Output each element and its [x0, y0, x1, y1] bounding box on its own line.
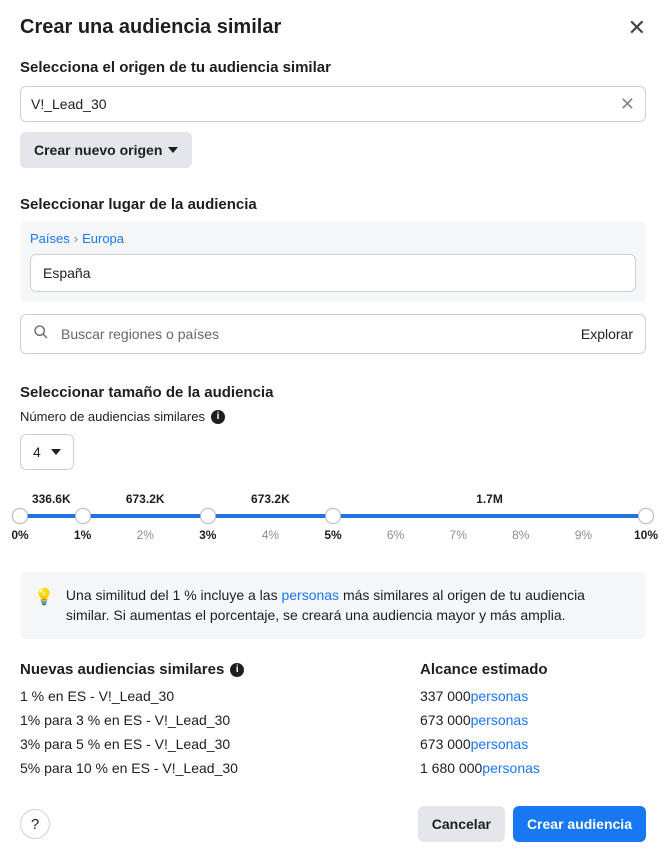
breadcrumb-level1[interactable]: Países: [30, 231, 70, 246]
source-input[interactable]: V!_Lead_30 ✕: [20, 86, 646, 122]
slider-tick: 2%: [137, 528, 154, 542]
reach-header: Alcance estimado: [420, 661, 646, 678]
explore-button[interactable]: Explorar: [581, 326, 633, 342]
info-tip: 💡 Una similitud del 1 % incluye a las pe…: [20, 572, 646, 639]
audience-row-reach: 673 000personas: [420, 736, 646, 752]
source-value: V!_Lead_30: [31, 96, 620, 112]
slider-handle[interactable]: [638, 508, 654, 524]
slider-tick: 8%: [512, 528, 529, 542]
help-icon[interactable]: ?: [20, 809, 50, 839]
audience-row-reach: 673 000personas: [420, 712, 646, 728]
audience-row-name: 3% para 5 % en ES - V!_Lead_30: [20, 736, 420, 752]
source-section-label: Selecciona el origen de tu audiencia sim…: [20, 59, 646, 76]
slider-tick: 4%: [262, 528, 279, 542]
location-search-input[interactable]: Buscar regiones o países Explorar: [20, 314, 646, 354]
info-icon[interactable]: i: [230, 663, 244, 677]
slider-handle[interactable]: [75, 508, 91, 524]
slider-handle[interactable]: [200, 508, 216, 524]
location-section-label: Seleccionar lugar de la audiencia: [20, 196, 646, 213]
audiences-header: Nuevas audiencias similares: [20, 661, 224, 678]
slider-handle[interactable]: [12, 508, 28, 524]
slider-tick: 7%: [450, 528, 467, 542]
clear-source-icon[interactable]: ✕: [620, 95, 635, 113]
audience-count-label: Número de audiencias similares: [20, 409, 205, 424]
caret-down-icon: [51, 449, 61, 455]
slider-tick: 3%: [199, 528, 216, 542]
dialog-title: Crear una audiencia similar: [20, 16, 281, 39]
location-chooser: Países›Europa España: [20, 221, 646, 302]
size-slider[interactable]: 336.6K673.2K673.2K1.7M 0%1%2%3%4%5%6%7%8…: [20, 492, 646, 544]
slider-range-label: 336.6K: [32, 492, 71, 506]
audience-count-select[interactable]: 4: [20, 434, 74, 470]
create-source-label: Crear nuevo origen: [34, 142, 162, 158]
slider-range-label: 1.7M: [476, 492, 503, 506]
location-selected[interactable]: España: [30, 254, 636, 292]
slider-tick: 5%: [324, 528, 341, 542]
size-section-label: Seleccionar tamaño de la audiencia: [20, 384, 646, 401]
search-icon: [33, 324, 49, 345]
create-source-button[interactable]: Crear nuevo origen: [20, 132, 192, 168]
create-audience-button[interactable]: Crear audiencia: [513, 806, 646, 842]
cancel-button[interactable]: Cancelar: [418, 806, 505, 842]
slider-tick: 6%: [387, 528, 404, 542]
slider-handle[interactable]: [325, 508, 341, 524]
slider-tick: 0%: [11, 528, 28, 542]
location-search-placeholder: Buscar regiones o países: [61, 326, 581, 342]
audience-row-name: 1 % en ES - V!_Lead_30: [20, 688, 420, 704]
audience-row-name: 5% para 10 % en ES - V!_Lead_30: [20, 760, 420, 776]
lightbulb-icon: 💡: [34, 587, 54, 625]
slider-range-label: 673.2K: [126, 492, 165, 506]
audience-row-name: 1% para 3 % en ES - V!_Lead_30: [20, 712, 420, 728]
location-breadcrumb: Países›Europa: [30, 231, 636, 246]
close-icon[interactable]: ✕: [628, 17, 646, 39]
audience-row-reach: 337 000personas: [420, 688, 646, 704]
caret-down-icon: [168, 147, 178, 153]
slider-tick: 10%: [634, 528, 658, 542]
info-icon[interactable]: i: [211, 410, 225, 424]
audience-count-value: 4: [33, 444, 41, 460]
tip-text-pre: Una similitud del 1 % incluye a las: [66, 587, 282, 603]
slider-tick: 1%: [74, 528, 91, 542]
slider-range-label: 673.2K: [251, 492, 290, 506]
audience-row-reach: 1 680 000personas: [420, 760, 646, 776]
tip-link[interactable]: personas: [281, 587, 339, 603]
breadcrumb-level2[interactable]: Europa: [82, 231, 124, 246]
slider-tick: 9%: [575, 528, 592, 542]
